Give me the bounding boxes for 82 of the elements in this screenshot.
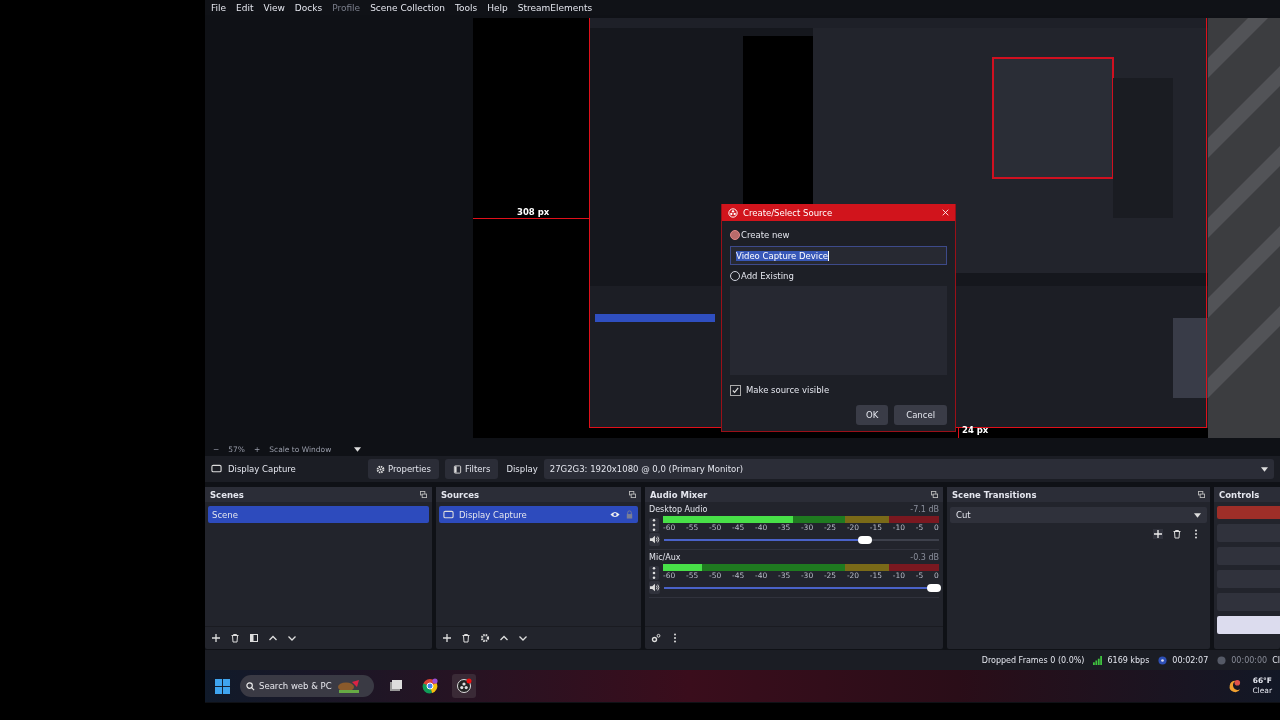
- monitor-icon: [211, 464, 222, 474]
- more-icon[interactable]: [649, 565, 659, 580]
- dialog-button[interactable]: Cancel: [894, 405, 947, 425]
- monitor-icon: [443, 509, 454, 520]
- check-icon: [731, 385, 740, 395]
- menu-item[interactable]: StreamElements: [517, 2, 593, 13]
- trash-icon[interactable]: [230, 633, 240, 643]
- caret-icon: [1194, 512, 1201, 518]
- add-icon[interactable]: [442, 633, 452, 643]
- channel-name: Mic/Aux: [649, 553, 681, 564]
- bitrate: 6169 kbps: [1107, 655, 1150, 665]
- up-icon[interactable]: [268, 633, 278, 643]
- radio-option[interactable]: Add Existing: [730, 268, 947, 284]
- source-name: Display Capture: [228, 464, 297, 474]
- search-icon: [246, 681, 255, 691]
- panel-title: Audio Mixer: [650, 489, 708, 500]
- more-icon[interactable]: [649, 517, 659, 532]
- settings-icon[interactable]: [480, 633, 490, 643]
- stream-time: 00:02:07: [1172, 655, 1209, 665]
- input-field[interactable]: Video Capture Device: [730, 246, 947, 265]
- dialog-button[interactable]: OK: [855, 405, 889, 425]
- undock-icon[interactable]: [629, 491, 636, 498]
- checkbox[interactable]: Make source visible: [730, 383, 947, 397]
- caret-icon: [1261, 466, 1268, 472]
- close-icon[interactable]: [942, 209, 949, 216]
- menu-item[interactable]: Scene Collection: [370, 2, 445, 13]
- dialog-title: Create/Select Source: [743, 207, 834, 218]
- panel-title: Scene Transitions: [952, 489, 1037, 500]
- trash-icon[interactable]: [1172, 529, 1182, 539]
- dropped-frames: Dropped Frames 0 (0.0%): [981, 655, 1085, 665]
- panel-title: Scenes: [210, 489, 244, 500]
- panel-title: Sources: [441, 489, 480, 500]
- menu-item[interactable]: Edit: [236, 2, 254, 13]
- down-icon[interactable]: [518, 633, 528, 643]
- start-icon[interactable]: [215, 678, 230, 694]
- level-reading: -7.1 dB: [910, 505, 939, 516]
- add-icon[interactable]: [211, 633, 221, 643]
- radio-option[interactable]: Create new: [730, 227, 947, 243]
- status-text: Cl: [1272, 655, 1280, 665]
- menu-item[interactable]: Docks: [294, 2, 323, 13]
- filter-icon: [452, 464, 462, 474]
- eye-icon[interactable]: [610, 511, 620, 518]
- display-label: Display: [506, 464, 538, 474]
- add-icon[interactable]: [1153, 529, 1163, 539]
- filter-icon[interactable]: [249, 633, 259, 643]
- level-reading: -0.3 dB: [910, 553, 939, 564]
- up-icon[interactable]: [499, 633, 509, 643]
- trash-icon[interactable]: [461, 633, 471, 643]
- volume-slider[interactable]: [664, 583, 939, 592]
- recorder-icon[interactable]: [452, 674, 476, 698]
- scene-item[interactable]: Scene: [208, 506, 429, 523]
- weather-icon: [1227, 678, 1243, 694]
- transition-dropdown[interactable]: Cut: [950, 507, 1207, 523]
- menu-item[interactable]: View: [263, 2, 285, 13]
- doodle-icon: [337, 679, 361, 693]
- speaker-icon[interactable]: [649, 581, 660, 594]
- search-bar[interactable]: Search web & PC: [240, 675, 374, 697]
- display-dropdown[interactable]: 27G2G3: 1920x1080 @ 0,0 (Primary Monitor): [543, 459, 1274, 479]
- signal-icon: [1093, 655, 1103, 665]
- undock-icon[interactable]: [420, 491, 427, 498]
- menu-item[interactable]: Help: [487, 2, 508, 13]
- gear-icon: [376, 464, 385, 474]
- speaker-icon[interactable]: [649, 533, 660, 546]
- down-icon[interactable]: [287, 633, 297, 643]
- guide-label: 24 px: [962, 425, 989, 435]
- record-icon: [1217, 655, 1227, 665]
- guide-line: [958, 428, 959, 438]
- properties-button[interactable]: Properties: [368, 459, 439, 479]
- advanced-audio-icon[interactable]: [651, 633, 661, 643]
- caret-icon[interactable]: [354, 446, 362, 452]
- panel-title: Controls: [1219, 489, 1260, 500]
- channel-name: Desktop Audio: [649, 505, 708, 516]
- broadcast-icon: [1158, 655, 1168, 665]
- app-logo-icon: [728, 207, 738, 218]
- filters-button[interactable]: Filters: [444, 459, 499, 479]
- menu-item[interactable]: File: [211, 2, 227, 13]
- undock-icon[interactable]: [1198, 491, 1205, 498]
- undock-icon[interactable]: [931, 491, 938, 498]
- record-time: 00:00:00: [1231, 655, 1268, 665]
- search-field[interactable]: Search web & PC: [259, 681, 333, 691]
- guide-label: 308 px: [517, 207, 550, 217]
- menu-item[interactable]: Tools: [454, 2, 478, 13]
